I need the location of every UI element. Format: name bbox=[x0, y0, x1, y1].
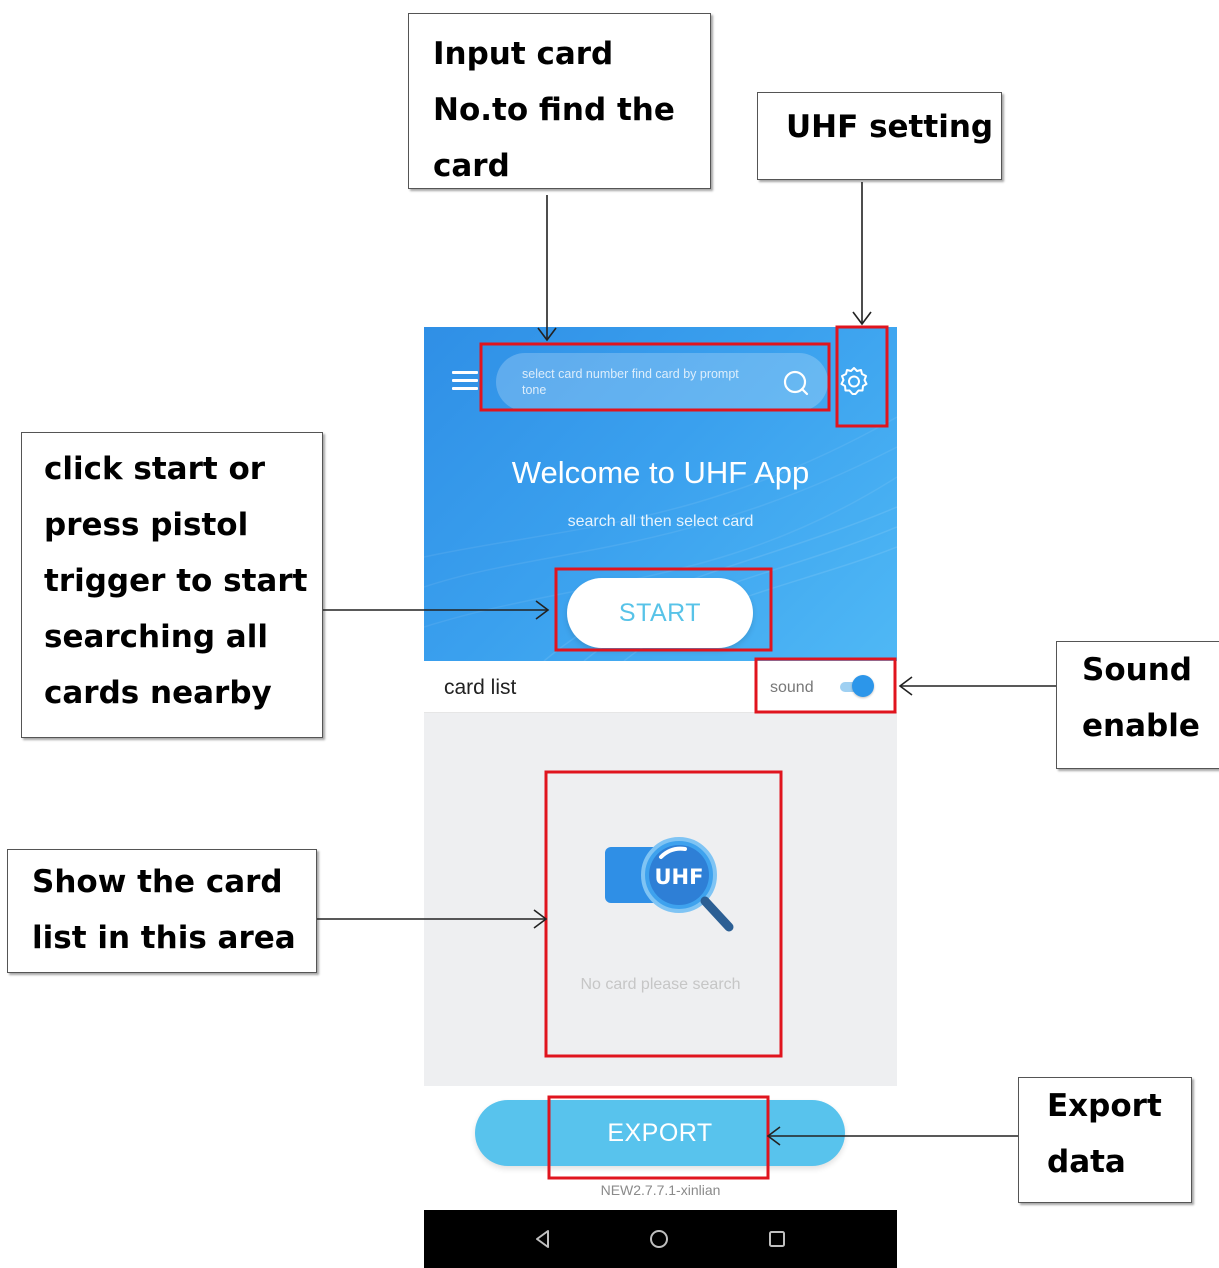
search-icon[interactable] bbox=[782, 369, 810, 397]
back-triangle-icon[interactable] bbox=[531, 1227, 555, 1251]
sound-label: sound bbox=[770, 679, 814, 696]
card-list-title: card list bbox=[444, 676, 517, 699]
card-search-input[interactable]: select card number find card by prompt t… bbox=[496, 353, 828, 411]
callout-export-data: Export data bbox=[1018, 1077, 1192, 1203]
uhf-card-search-icon: UHF bbox=[605, 837, 734, 932]
sound-toggle[interactable] bbox=[836, 675, 874, 699]
start-button[interactable]: START bbox=[567, 578, 753, 648]
phone-screen: select card number find card by prompt t… bbox=[424, 327, 897, 1268]
menu-icon[interactable] bbox=[452, 371, 478, 391]
callout-start-search: click start or press pistol trigger to s… bbox=[21, 432, 323, 738]
export-area: EXPORT NEW2.7.7.1-xinlian bbox=[424, 1086, 897, 1210]
export-button[interactable]: EXPORT bbox=[475, 1100, 845, 1166]
callout-input-card: Input card No.to find the card bbox=[408, 13, 711, 189]
recent-square-icon[interactable] bbox=[765, 1227, 789, 1251]
search-placeholder: select card number find card by prompt t… bbox=[522, 367, 739, 397]
callout-uhf-setting: UHF setting bbox=[757, 92, 1002, 180]
empty-state-message: No card please search bbox=[580, 976, 741, 993]
home-circle-icon[interactable] bbox=[647, 1227, 671, 1251]
callout-card-list-area: Show the card list in this area bbox=[7, 849, 317, 973]
welcome-subtitle: search all then select card bbox=[567, 513, 754, 530]
gear-icon[interactable] bbox=[838, 365, 870, 397]
version-text: NEW2.7.7.1-xinlian bbox=[600, 1182, 721, 1198]
uhf-badge-text: UHF bbox=[655, 865, 704, 889]
callout-sound-enable: Sound enable bbox=[1056, 641, 1219, 769]
welcome-title: Welcome to UHF App bbox=[511, 455, 810, 490]
sound-toggle-knob bbox=[852, 675, 874, 697]
android-nav-bar bbox=[424, 1210, 897, 1268]
app-header: select card number find card by prompt t… bbox=[424, 327, 897, 661]
card-list-bar: card list sound bbox=[424, 661, 897, 713]
